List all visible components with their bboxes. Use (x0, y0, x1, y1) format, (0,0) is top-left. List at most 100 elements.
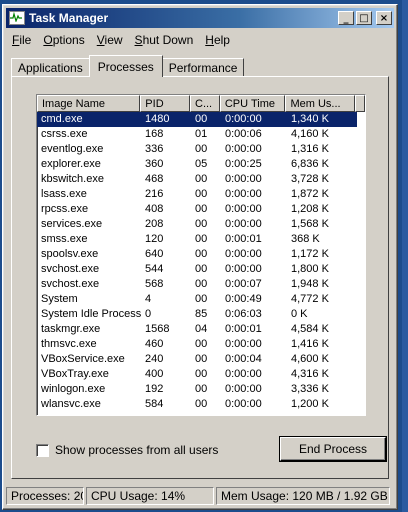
menu-view[interactable]: View (91, 33, 129, 47)
task-manager-window: Task Manager _ □ × File Options View Shu… (2, 4, 398, 510)
process-cell-name: taskmgr.exe (41, 323, 101, 335)
minimize-button[interactable]: _ (338, 11, 354, 25)
process-cell-cpu: 00 (195, 338, 208, 350)
end-process-button[interactable]: End Process (279, 436, 387, 462)
process-row[interactable]: winlogon.exe 192 00 0:00:00 3,336 K (37, 382, 365, 397)
process-row[interactable]: svchost.exe 544 00 0:00:00 1,800 K (37, 262, 365, 277)
process-cell-mem: 368 K (291, 233, 320, 245)
process-cell-cpu: 00 (195, 233, 208, 245)
maximize-button[interactable]: □ (356, 11, 372, 25)
menu-options[interactable]: Options (37, 33, 90, 47)
close-button[interactable]: × (376, 11, 392, 25)
process-cell-cpu: 00 (195, 383, 208, 395)
tab-processes[interactable]: Processes (88, 55, 163, 77)
show-all-users-checkbox[interactable] (36, 443, 49, 457)
process-cell-cpu: 85 (195, 308, 208, 320)
process-row[interactable]: thmsvc.exe 460 00 0:00:00 1,416 K (37, 337, 365, 352)
process-cell-name: smss.exe (41, 233, 88, 245)
process-row[interactable]: System Idle Process 0 85 0:06:03 0 K (37, 307, 365, 322)
tab-applications[interactable]: Applications (11, 58, 90, 77)
process-row[interactable]: spoolsv.exe 640 00 0:00:00 1,172 K (37, 247, 365, 262)
process-cell-name: rpcss.exe (41, 203, 89, 215)
process-cell-cpu: 00 (195, 218, 208, 230)
process-list[interactable]: Image Name PID C... CPU Time Mem Us... c… (36, 94, 366, 416)
column-cpu[interactable]: C... (190, 95, 220, 112)
tab-performance[interactable]: Performance (161, 58, 245, 77)
status-mem-usage: Mem Usage: 120 MB / 1.92 GB (6%) (216, 487, 390, 505)
process-cell-mem: 1,948 K (291, 278, 329, 290)
process-row[interactable]: System 4 00 0:00:49 4,772 K (37, 292, 365, 307)
tab-strip: Applications Processes Performance (11, 55, 245, 77)
process-row[interactable]: VBoxTray.exe 400 00 0:00:00 4,316 K (37, 367, 365, 382)
process-cell-mem: 1,340 K (287, 112, 357, 127)
column-mem-usage[interactable]: Mem Us... (285, 95, 355, 112)
process-cell-cpu-time: 0:00:00 (225, 383, 262, 395)
process-cell-mem: 4,316 K (291, 368, 329, 380)
process-row[interactable]: rpcss.exe 408 00 0:00:00 1,208 K (37, 202, 365, 217)
process-row[interactable]: services.exe 208 00 0:00:00 1,568 K (37, 217, 365, 232)
process-row[interactable]: lsass.exe 216 00 0:00:00 1,872 K (37, 187, 365, 202)
process-cell-name: eventlog.exe (41, 143, 104, 155)
process-cell-cpu-time: 0:06:03 (225, 308, 262, 320)
process-cell-name: svchost.exe (41, 278, 100, 290)
column-image-name[interactable]: Image Name (37, 95, 141, 112)
process-row[interactable]: VBoxService.exe 240 00 0:00:04 4,600 K (37, 352, 365, 367)
process-row[interactable]: csrss.exe 168 01 0:00:06 4,160 K (37, 127, 365, 142)
process-cell-pid: 0 (145, 308, 152, 320)
process-cell-mem: 1,208 K (291, 203, 329, 215)
task-manager-app-icon (9, 11, 25, 25)
process-row[interactable]: explorer.exe 360 05 0:00:25 6,836 K (37, 157, 365, 172)
window-title: Task Manager (29, 11, 109, 25)
process-cell-mem: 0 K (291, 308, 308, 320)
process-cell-cpu-time: 0:00:00 (225, 188, 262, 200)
process-cell-name: cmd.exe (37, 112, 141, 127)
process-cell-name: thmsvc.exe (41, 338, 97, 350)
menu-shut-down[interactable]: Shut Down (129, 33, 200, 47)
process-cell-pid: 336 (145, 143, 164, 155)
process-cell-cpu-time: 0:00:25 (225, 158, 262, 170)
process-cell-cpu: 00 (195, 203, 208, 215)
process-cell-cpu-time: 0:00:00 (225, 263, 262, 275)
process-cell-name: csrss.exe (41, 128, 88, 140)
process-cell-name: VBoxTray.exe (41, 368, 109, 380)
menu-bar: File Options View Shut Down Help (6, 30, 394, 49)
process-cell-cpu-time: 0:00:00 (225, 398, 262, 410)
column-cpu-time[interactable]: CPU Time (219, 95, 286, 112)
process-row[interactable]: eventlog.exe 336 00 0:00:00 1,316 K (37, 142, 365, 157)
process-cell-cpu-time: 0:00:00 (221, 112, 287, 127)
process-cell-cpu: 00 (191, 112, 221, 127)
process-cell-mem: 3,728 K (291, 173, 329, 185)
process-cell-name: spoolsv.exe (41, 248, 99, 260)
process-row[interactable]: kbswitch.exe 468 00 0:00:00 3,728 K (37, 172, 365, 187)
process-cell-name: kbswitch.exe (41, 173, 104, 185)
column-filler (355, 95, 365, 112)
process-cell-cpu: 00 (195, 248, 208, 260)
menu-help[interactable]: Help (199, 33, 236, 47)
process-cell-mem: 1,200 K (291, 398, 329, 410)
process-cell-cpu: 00 (195, 188, 208, 200)
show-all-users-option[interactable]: Show processes from all users (36, 443, 218, 457)
process-cell-pid: 544 (145, 263, 164, 275)
process-cell-cpu: 04 (195, 323, 208, 335)
process-cell-cpu-time: 0:00:00 (225, 218, 262, 230)
process-row[interactable]: wlansvc.exe 584 00 0:00:00 1,200 K (37, 397, 365, 412)
process-cell-cpu: 01 (195, 128, 208, 140)
process-row[interactable]: svchost.exe 568 00 0:00:07 1,948 K (37, 277, 365, 292)
status-bar: Processes: 20 CPU Usage: 14% Mem Usage: … (6, 487, 394, 505)
menu-file[interactable]: File (6, 33, 37, 47)
process-cell-pid: 4 (145, 293, 152, 305)
process-row[interactable]: cmd.exe 1480 00 0:00:00 1,340 K (37, 112, 365, 127)
process-row[interactable]: taskmgr.exe 1568 04 0:00:01 4,584 K (37, 322, 365, 337)
process-cell-cpu-time: 0:00:00 (225, 248, 262, 260)
process-cell-name: System (41, 293, 78, 305)
process-cell-name: explorer.exe (41, 158, 101, 170)
process-cell-cpu-time: 0:00:04 (225, 353, 262, 365)
process-row[interactable]: smss.exe 120 00 0:00:01 368 K (37, 232, 365, 247)
process-cell-cpu: 00 (195, 398, 208, 410)
process-cell-cpu: 05 (195, 158, 208, 170)
column-pid[interactable]: PID (140, 95, 190, 112)
process-cell-mem: 4,584 K (291, 323, 329, 335)
process-cell-pid: 192 (145, 383, 164, 395)
title-bar[interactable]: Task Manager _ □ × (6, 8, 394, 28)
process-cell-name: winlogon.exe (41, 383, 106, 395)
